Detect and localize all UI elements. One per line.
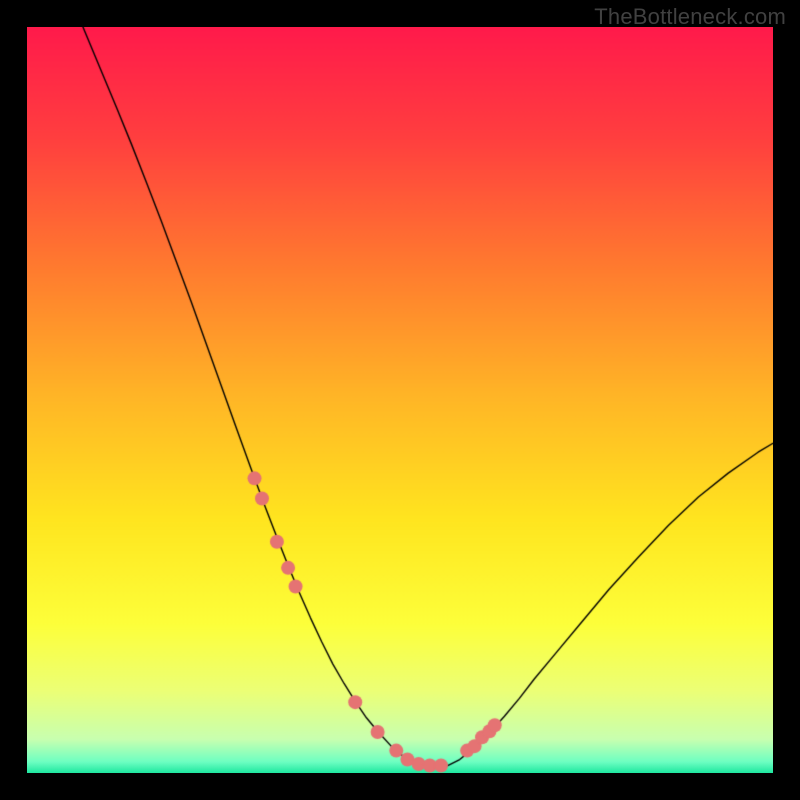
watermark-text: TheBottleneck.com [594, 4, 786, 30]
bottleneck-chart [27, 27, 773, 773]
chart-frame: TheBottleneck.com [0, 0, 800, 800]
